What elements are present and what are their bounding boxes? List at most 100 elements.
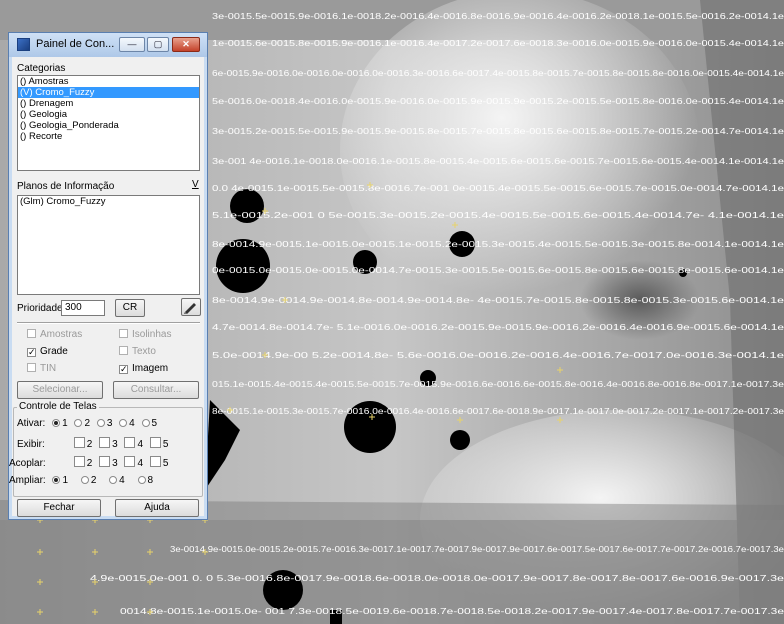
planos-toggle[interactable]: V [192,179,199,190]
ampliar-option-8[interactable]: 8 [137,475,153,486]
ajuda-button[interactable]: Ajuda [115,499,199,517]
categoria-item[interactable]: () Geologia [18,109,199,120]
radio [109,476,118,484]
isolinhas-checkbox[interactable]: Isolinhas [119,329,171,340]
ativar-option-3[interactable]: 3 [96,418,112,429]
checkbox-box [73,437,85,448]
acoplar-option-4[interactable]: 4 [124,456,143,469]
categoria-item[interactable]: () Recorte [18,131,199,142]
selecionar-button[interactable]: Selecionar... [17,381,103,399]
ativar-row: Ativar: 1 2 3 4 5 [17,418,161,429]
texto-checkbox[interactable]: Texto [119,346,156,357]
control-panel-window: Painel de Con... — ▢ ✕ Categorias () Amo… [8,32,208,520]
checkbox-box [124,456,136,467]
checkbox-box [149,437,161,448]
map-value-row: 8e-0014.9e-0014.9e-0014.8e-0014.9e-0014.… [212,295,784,305]
grade-label: Grade [40,346,68,357]
texto-label: Texto [132,346,156,357]
radio-selected [52,419,61,427]
ativar-option-4[interactable]: 4 [119,418,135,429]
map-value-row: 0014.8e-0015.1e-0015.0e- 001 7.3e-0018.5… [120,606,784,616]
ampliar-option-2[interactable]: 2 [80,475,96,486]
radio-selected [52,476,61,484]
plano-item[interactable]: (Glm) Cromo_Fuzzy [18,196,199,207]
categoria-item[interactable]: () Geologia_Ponderada [18,120,199,131]
radio [137,476,146,484]
categorias-list[interactable]: () Amostras (V) Cromo_Fuzzy() Drenagem() … [17,75,200,171]
ampliar-label: Ampliar: [9,475,46,486]
close-button[interactable]: ✕ [172,37,200,52]
radio [141,419,150,427]
imagem-checkbox[interactable]: ✓ Imagem [119,363,168,374]
categoria-item[interactable]: (V) Cromo_Fuzzy [18,87,199,98]
cr-button[interactable]: CR [115,299,145,317]
amostras-checkbox[interactable]: Amostras [27,329,82,340]
ativar-option-1[interactable]: 1 [52,418,68,429]
map-value-row: 5e-0016.0e-0018.4e-0016.0e-0015.9e-0016.… [212,96,784,106]
title-bar[interactable]: Painel de Con... — ▢ ✕ [9,33,207,57]
map-value-row: 3e-0015.2e-0015.5e-0015.9e-0015.9e-0015.… [212,126,784,136]
map-value-row: 8e-0015.1e-0015.3e-0015.7e-0016.0e-0016.… [212,406,784,416]
ampliar-row: Ampliar: 1 2 4 8 [9,475,157,486]
pencil-glyph [184,303,196,314]
planos-label: Planos de Informação [17,181,115,192]
amostras-label: Amostras [40,329,83,340]
checkbox-box [124,437,136,448]
map-value-row: 8e-0014.9e-0015.1e-0015.0e-0015.1e-0015.… [212,239,784,249]
acoplar-row: Acoplar: 2 3 4 5 [9,456,172,469]
tin-checkbox[interactable]: TIN [27,363,56,374]
exibir-row: Exibir: 2 3 4 5 [17,437,172,450]
map-value-row: 5.0e-0014.9e-00 5.2e-0014.8e- 5.6e-0016.… [212,350,784,360]
planos-list[interactable]: (Glm) Cromo_Fuzzy [17,195,200,295]
consultar-button[interactable]: Consultar... [113,381,199,399]
radio [74,419,83,427]
map-value-row: 4.9e-0015.0e-001 0. 0 5.3e-0016.8e-0017.… [90,573,784,583]
prioridade-input[interactable]: 300 [61,300,105,316]
map-value-row: 5.1e-0015.2e-001 0 5e-0015.3e-0015.2e-00… [212,210,784,220]
acoplar-option-2[interactable]: 2 [73,456,92,469]
exibir-option-3[interactable]: 3 [99,437,118,450]
app-icon [17,38,30,51]
checkbox-box [27,363,36,372]
exibir-option-5[interactable]: 5 [149,437,168,450]
exibir-label: Exibir: [17,439,45,450]
map-value-row: 0.0 4e-0015.1e-0015.5e-0015.8e-0016.7e-0… [212,183,784,193]
ativar-label: Ativar: [17,418,46,429]
pencil-icon[interactable] [181,298,201,316]
minimize-button[interactable]: — [119,37,145,52]
map-value-row: 3e-001 4e-0016.1e-0018.0e-0016.1e-0015.8… [212,156,784,166]
checkbox-box [119,346,128,355]
categoria-item[interactable]: () Drenagem [18,98,199,109]
map-value-row: 015.1e-0015.4e-0015.4e-0015.5e-0015.7e-0… [212,379,784,389]
checkbox-box [119,329,128,338]
isolinhas-label: Isolinhas [132,329,172,340]
map-value-row: 3e-0015.5e-0015.9e-0016.1e-0018.2e-0016.… [212,11,784,21]
maximize-button[interactable]: ▢ [147,37,169,52]
map-value-row: 3e-0014.9e-0015.0e-0015.2e-0015.7e-0016.… [170,544,784,554]
categoria-item[interactable]: () Amostras [18,76,199,87]
ampliar-option-1[interactable]: 1 [52,475,68,486]
exibir-option-4[interactable]: 4 [124,437,143,450]
separator [17,322,200,324]
map-value-row: 4.7e-0014.8e-0014.7e- 5.1e-0016.0e-0016.… [212,322,784,332]
checkbox-box [99,456,111,467]
ampliar-option-4[interactable]: 4 [109,475,125,486]
controle-de-telas-title: Controle de Telas [17,401,99,412]
exibir-option-2[interactable]: 2 [73,437,92,450]
checkbox-box [149,456,161,467]
ativar-option-5[interactable]: 5 [141,418,157,429]
categorias-label: Categorias [17,63,66,74]
checkbox-box [73,456,85,467]
checkbox-box [27,329,36,338]
acoplar-label: Acoplar: [9,458,46,469]
map-black-spot [450,430,470,450]
acoplar-option-5[interactable]: 5 [149,456,168,469]
radio [119,419,128,427]
fechar-button[interactable]: Fechar [17,499,101,517]
imagem-label: Imagem [132,363,169,374]
grade-checkbox[interactable]: ✓ Grade [27,346,68,357]
radio [96,419,105,427]
prioridade-label: Prioridade: [17,303,66,314]
ativar-option-2[interactable]: 2 [74,418,90,429]
acoplar-option-3[interactable]: 3 [99,456,118,469]
